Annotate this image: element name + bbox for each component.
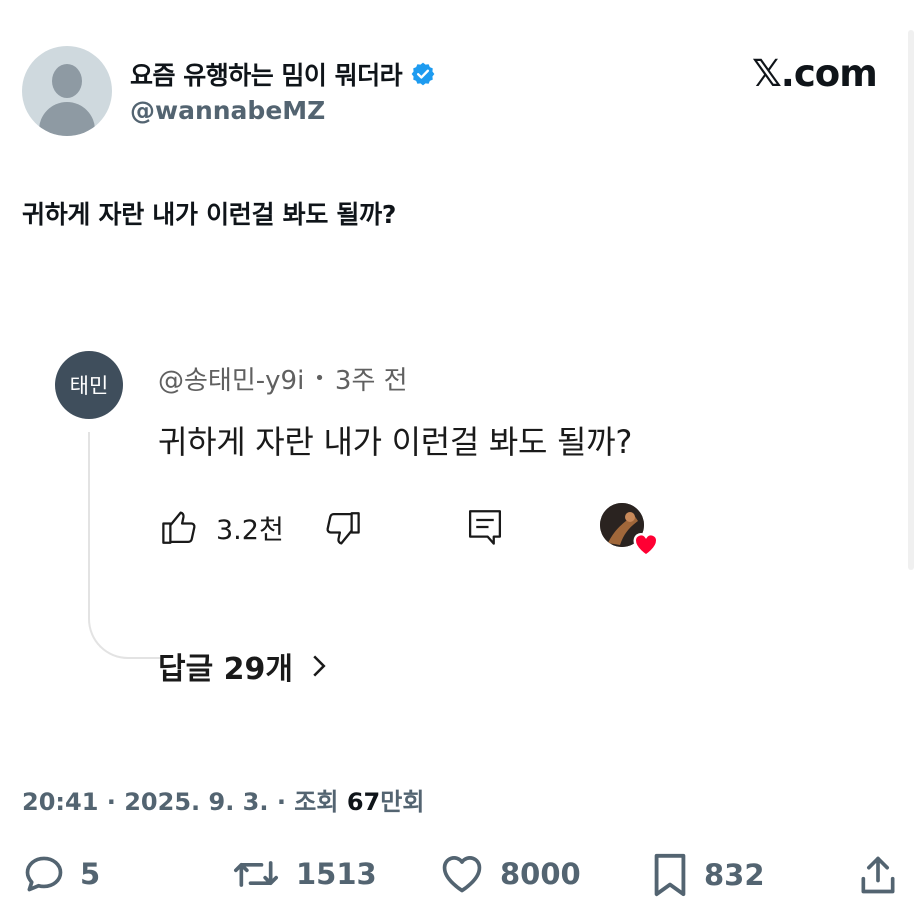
comment-like-count: 3.2천 — [216, 515, 284, 546]
commenter-avatar: 태민 — [55, 351, 123, 419]
view-replies-link: 답글 29개 — [158, 644, 327, 688]
repost-button[interactable]: 1513 — [230, 852, 377, 896]
default-avatar-head — [52, 64, 82, 98]
view-count-number: 67 — [346, 788, 381, 816]
tweet-timestamp-views: 20:41 · 2025. 9. 3. · 조회 67만회 — [22, 782, 424, 817]
share-icon — [861, 856, 895, 894]
heart-icon — [442, 856, 482, 893]
replies-count-label: 답글 29개 — [158, 652, 293, 687]
share-button[interactable] — [856, 852, 900, 898]
thread-connector-line — [88, 432, 160, 659]
scrollbar-track[interactable] — [908, 30, 914, 570]
bookmark-button[interactable]: 832 — [650, 852, 765, 898]
repost-count: 1513 — [296, 857, 377, 891]
comment-meta: @송태민-y9i • 3주 전 — [158, 360, 408, 397]
author-name-row: 요즘 유행하는 밈이 뭐더라 — [130, 56, 436, 92]
thumbs-down-icon — [326, 512, 360, 545]
verified-badge-icon — [411, 62, 435, 86]
thumbs-up-icon — [162, 511, 196, 544]
reply-button[interactable]: 5 — [22, 852, 100, 896]
bookmark-icon — [654, 853, 686, 897]
author-avatar[interactable] — [22, 46, 112, 136]
reply-count: 5 — [80, 857, 101, 891]
bookmark-count: 832 — [704, 858, 765, 892]
like-button[interactable]: 8000 — [438, 852, 581, 896]
x-com-logo: 𝕏.com — [752, 52, 878, 95]
default-avatar-body — [39, 102, 95, 136]
author-handle[interactable]: @wannabeMZ — [130, 96, 325, 125]
comment-text: 귀하게 자란 내가 이런걸 봐도 될까? — [158, 423, 633, 461]
tweet-text: 귀하게 자란 내가 이런걸 봐도 될까? — [22, 200, 397, 229]
reply-comment-icon — [468, 510, 502, 545]
tweet-time-date[interactable]: 20:41 · 2025. 9. 3. · 조회 — [22, 788, 347, 816]
comment-username: @송태민-y9i — [158, 366, 305, 396]
like-count: 8000 — [500, 857, 581, 891]
view-count-unit: 만회 — [380, 788, 425, 816]
author-display-name[interactable]: 요즘 유행하는 밈이 뭐더라 — [130, 56, 403, 92]
comment-time: 3주 전 — [334, 366, 408, 396]
reply-icon — [25, 856, 63, 892]
chevron-right-icon — [313, 655, 326, 677]
repost-icon — [234, 861, 278, 887]
comment-meta-separator: • — [314, 368, 325, 389]
creator-heart-icon — [633, 533, 659, 557]
